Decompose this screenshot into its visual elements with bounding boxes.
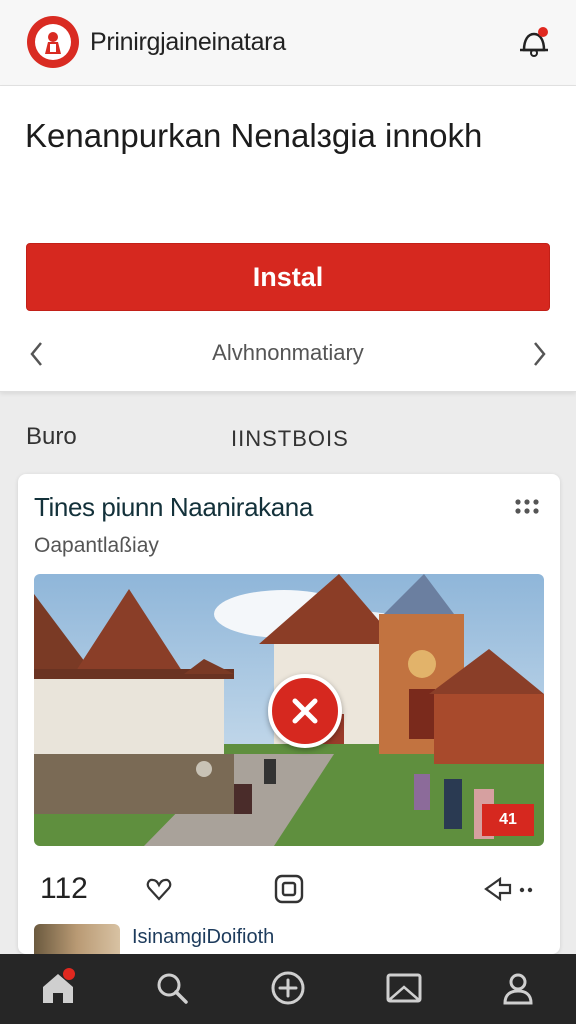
top-bar: Prinirgjaineinatara [0,0,576,86]
profile-icon[interactable] [496,966,540,1010]
emblem-icon [35,24,71,60]
tab-buro[interactable]: Buro [26,423,77,451]
like-count: 112 [40,872,88,905]
post-photo[interactable]: 41 [34,574,544,846]
more-options-icon[interactable] [512,496,542,520]
app-logo[interactable] [27,16,79,68]
bell-icon[interactable] [514,22,554,62]
post-subtitle: Oapantlaßiay [34,534,159,557]
promo-title: Kenanpurkan Nenalɜgia innokh [25,117,483,154]
next-post-username[interactable]: IsinamgiDoifioth [132,926,274,949]
app-title: Prinirgjaineinatara [90,28,286,56]
close-icon[interactable] [268,674,342,748]
home-badge-dot [63,968,75,980]
search-icon[interactable] [150,966,194,1010]
chevron-right-icon[interactable] [524,336,554,372]
photo-badge: 41 [482,804,534,836]
carousel-label: Alvhnonmatiary [212,340,364,365]
inbox-icon[interactable] [382,966,426,1010]
post-card: Tines piunn Naanirakana Oapantlaßiay 41 … [18,474,560,954]
install-promo-panel: Kenanpurkan Nenalɜgia innokh Instal Alvh… [0,86,576,392]
bottom-nav [0,954,576,1024]
home-icon[interactable] [36,966,80,1010]
heart-icon[interactable] [144,874,174,904]
tab-instbois[interactable]: IINSTBOIS [231,426,349,452]
share-icon[interactable] [482,874,540,904]
install-button[interactable]: Instal [26,243,550,311]
save-icon[interactable] [272,872,306,906]
post-title[interactable]: Tines piunn Naanirakana [34,492,313,523]
user-avatar[interactable] [34,924,120,954]
add-icon[interactable] [266,966,310,1010]
